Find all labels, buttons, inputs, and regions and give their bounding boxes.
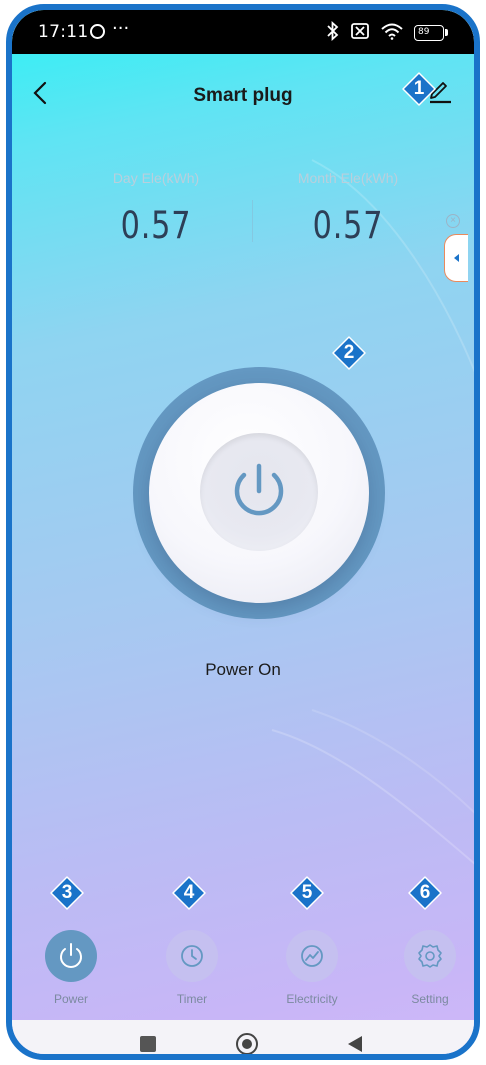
annotation-badge-4-label: 4 — [183, 882, 195, 903]
day-energy-label: Day Ele(kWh) — [112, 170, 200, 186]
power-icon — [234, 463, 284, 516]
status-dots: ··· — [112, 18, 130, 39]
power-status-text: Power On — [205, 660, 281, 679]
tab-power[interactable]: Power — [26, 930, 116, 1006]
tab-timer[interactable]: Timer — [147, 930, 237, 1006]
annotation-badge-6: 6 — [408, 876, 442, 910]
side-tab-close-icon[interactable]: × — [446, 214, 460, 228]
back-nav-button[interactable] — [346, 1035, 364, 1054]
bottom-tab-bar: Power Timer Electricity Setting — [12, 930, 474, 1020]
tab-electricity[interactable]: Electricity — [267, 930, 357, 1006]
chart-icon — [301, 945, 323, 967]
day-energy-stat: Day Ele(kWh) 0.57 — [56, 170, 256, 247]
power-button-core[interactable] — [200, 433, 318, 551]
annotation-badge-5: 5 — [290, 876, 324, 910]
tab-setting-label: Setting — [411, 992, 449, 1006]
home-button[interactable] — [236, 1033, 258, 1054]
month-energy-value: 0.57 — [312, 204, 384, 247]
annotation-badge-1: 1 — [402, 72, 436, 106]
power-icon — [60, 943, 82, 968]
sim-off-icon — [350, 22, 370, 44]
annotation-badge-6-label: 6 — [419, 882, 431, 903]
tab-timer-icon-bg — [166, 930, 218, 982]
tab-electricity-icon-bg — [286, 930, 338, 982]
day-energy-value: 0.57 — [120, 204, 192, 247]
annotation-badge-1-label: 1 — [413, 78, 425, 99]
tab-setting-icon-bg — [404, 930, 456, 982]
tab-power-icon-bg — [45, 930, 97, 982]
annotation-badge-3-label: 3 — [61, 882, 73, 903]
energy-stats: Day Ele(kWh) 0.57 Month Ele(kWh) 0.57 — [12, 170, 474, 260]
triangle-back-icon — [348, 1036, 362, 1052]
annotation-badge-2: 2 — [332, 336, 366, 370]
wifi-icon — [380, 22, 404, 44]
status-circle-icon — [90, 24, 105, 39]
annotation-badge-3: 3 — [50, 876, 84, 910]
battery-level: 89 — [418, 27, 430, 37]
tab-electricity-label: Electricity — [286, 992, 338, 1006]
bluetooth-icon — [326, 20, 340, 45]
annotation-badge-2-label: 2 — [343, 342, 355, 363]
system-nav-bar — [12, 1020, 474, 1054]
recents-button[interactable] — [140, 1036, 156, 1052]
tab-power-label: Power — [53, 992, 88, 1006]
tab-setting[interactable]: Setting — [385, 930, 474, 1006]
triangle-left-icon — [454, 254, 459, 262]
battery-icon: 89 — [414, 25, 448, 41]
home-dot-icon — [241, 1038, 252, 1049]
clock-icon — [181, 945, 203, 967]
month-energy-stat: Month Ele(kWh) 0.57 — [248, 170, 448, 247]
side-tab-handle[interactable] — [444, 234, 468, 282]
stats-divider — [252, 200, 253, 242]
status-bar: 17:11 ··· 89 — [12, 10, 474, 54]
annotation-badge-4: 4 — [172, 876, 206, 910]
tab-timer-label: Timer — [176, 992, 208, 1006]
status-time: 17:11 — [38, 22, 89, 42]
month-energy-label: Month Ele(kWh) — [297, 170, 399, 186]
gear-icon — [418, 944, 442, 968]
annotation-badge-5-label: 5 — [301, 882, 313, 903]
